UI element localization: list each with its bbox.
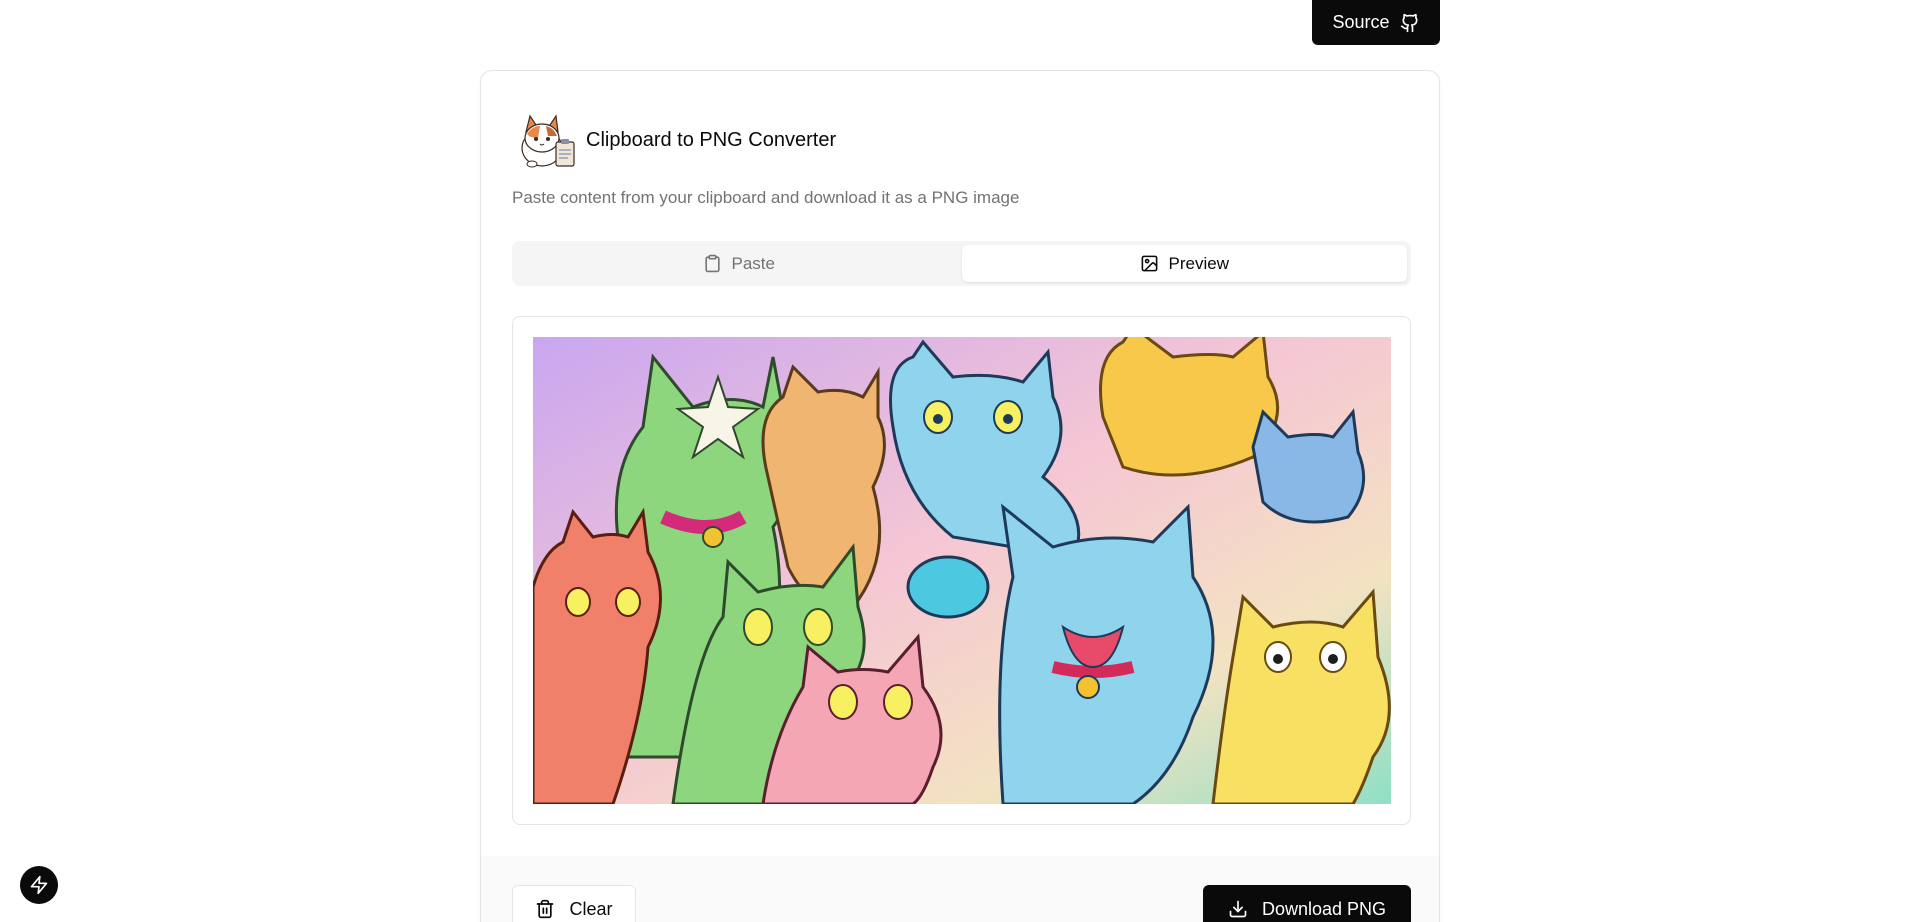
clear-button[interactable]: Clear xyxy=(512,885,636,922)
tab-paste[interactable]: Paste xyxy=(516,245,962,282)
source-label: Source xyxy=(1332,12,1390,32)
quick-action-button[interactable] xyxy=(20,866,58,904)
trash-icon xyxy=(537,899,554,919)
image-icon xyxy=(1141,255,1157,272)
lightning-icon xyxy=(30,875,48,895)
source-button[interactable]: Source xyxy=(1312,0,1440,45)
cat-clipboard-logo xyxy=(521,114,575,168)
preview-panel xyxy=(512,316,1411,825)
card-footer: Clear Download PNG xyxy=(481,856,1439,922)
clipboard-icon xyxy=(704,254,720,273)
card-header: Clipboard to PNG Converter xyxy=(512,108,836,172)
tab-paste-label: Paste xyxy=(731,253,775,273)
converter-card: Clipboard to PNG Converter Paste content… xyxy=(480,70,1440,922)
page-title: Clipboard to PNG Converter xyxy=(586,128,837,151)
clear-label: Clear xyxy=(569,898,613,919)
page-subtitle: Paste content from your clipboard and do… xyxy=(512,188,1020,207)
tab-preview-label: Preview xyxy=(1168,253,1229,273)
pasted-image-preview xyxy=(533,337,1391,804)
github-icon xyxy=(1400,13,1418,32)
tab-list: Paste Preview xyxy=(512,241,1411,286)
tab-preview[interactable]: Preview xyxy=(961,245,1407,282)
download-icon xyxy=(1229,900,1247,918)
download-label: Download PNG xyxy=(1261,898,1387,919)
download-png-button[interactable]: Download PNG xyxy=(1203,885,1411,922)
